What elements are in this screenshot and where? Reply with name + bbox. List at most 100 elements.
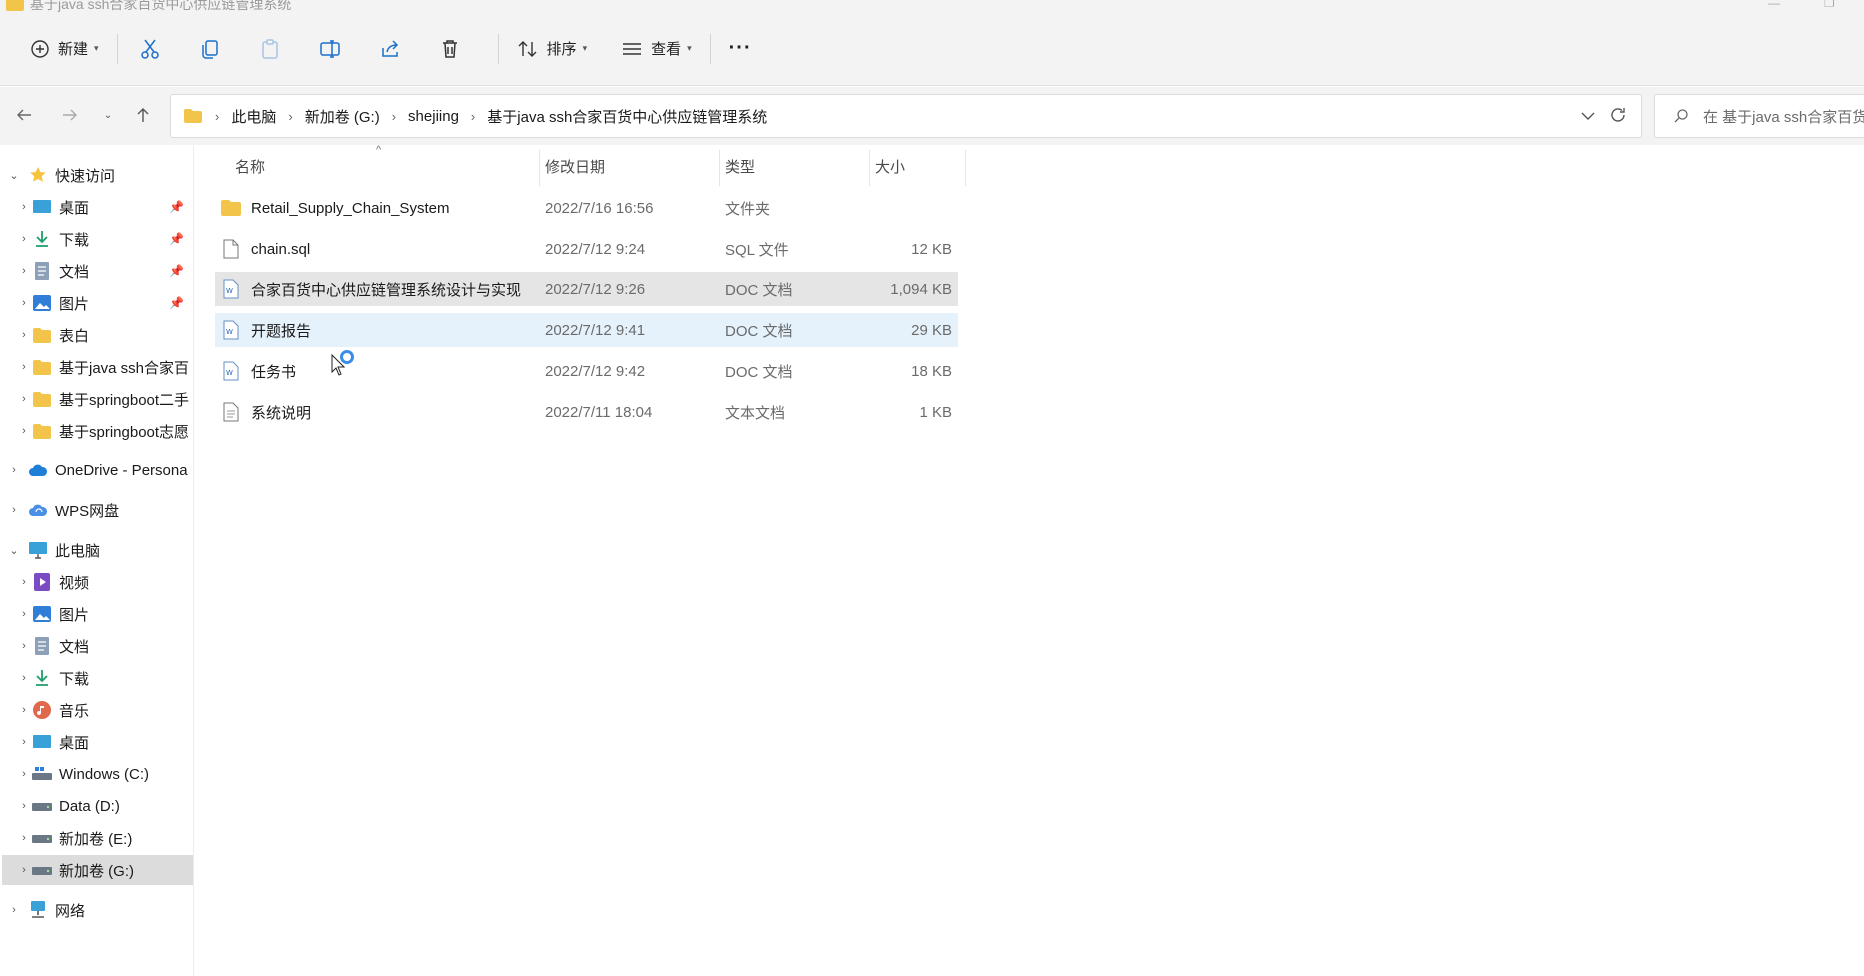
column-divider[interactable]	[719, 150, 720, 186]
sidebar-item-folder[interactable]: › 基于springboot志愿	[0, 416, 193, 446]
sidebar-item-onedrive[interactable]: › OneDrive - Persona	[0, 455, 193, 485]
sidebar-item-drive-c[interactable]: › Windows (C:)	[0, 759, 193, 789]
pin-icon: 📌	[169, 232, 184, 246]
sidebar-item-network[interactable]: › 网络	[0, 895, 193, 925]
file-date: 2022/7/16 16:56	[545, 199, 654, 217]
sidebar-item-this-pc[interactable]: ⌄ 此电脑	[0, 535, 193, 565]
file-name: chain.sql	[251, 240, 311, 258]
sidebar-item-desktop[interactable]: › 桌面 📌	[0, 192, 193, 222]
column-header-type[interactable]: 类型	[725, 146, 755, 186]
file-row[interactable]: W 合家百货中心供应链管理系统设计与实现 2022/7/12 9:26 DOC …	[215, 272, 958, 306]
minimize-icon[interactable]: —	[1768, 0, 1782, 10]
chevron-down-icon	[1581, 112, 1595, 120]
breadcrumb-drive-g[interactable]: 新加卷 (G:)	[305, 106, 380, 127]
pictures-icon	[32, 604, 52, 624]
sidebar-item-documents[interactable]: › 文档 📌	[0, 256, 193, 286]
chevron-right-icon: ›	[22, 297, 26, 309]
column-header-size[interactable]: 大小	[875, 146, 905, 186]
title-bar: 基于java ssh合家百货中心供应链管理系统 — ❐	[0, 0, 1864, 12]
chevron-right-icon: ›	[22, 832, 26, 844]
new-button[interactable]: 新建 ▾	[22, 29, 107, 69]
sidebar-item-folder[interactable]: › 基于springboot二手	[0, 384, 193, 414]
paste-button[interactable]	[248, 29, 292, 69]
trash-icon	[442, 39, 457, 58]
cut-button[interactable]	[128, 29, 172, 69]
sidebar-label: 此电脑	[55, 542, 101, 560]
videos-icon	[32, 572, 52, 592]
column-divider[interactable]	[869, 150, 870, 186]
file-row[interactable]: chain.sql 2022/7/12 9:24 SQL 文件 12 KB	[215, 232, 958, 266]
view-list-icon	[623, 42, 642, 55]
more-options-button[interactable]: ···	[721, 29, 760, 69]
sidebar-item-pictures[interactable]: › 图片	[0, 599, 193, 629]
column-header-label: 大小	[875, 158, 906, 176]
copy-button[interactable]	[188, 29, 232, 69]
drive-icon	[32, 796, 52, 816]
file-type: 文本文档	[725, 404, 786, 422]
column-header-date[interactable]: 修改日期	[545, 146, 605, 186]
sidebar-item-music[interactable]: › 音乐	[0, 695, 193, 725]
sidebar-item-drive-e[interactable]: › 新加卷 (E:)	[0, 823, 193, 853]
file-size: 18 KB	[911, 362, 952, 380]
share-button[interactable]	[368, 29, 412, 69]
sort-button[interactable]: 排序 ▾	[509, 29, 596, 69]
column-divider[interactable]	[539, 150, 540, 186]
file-row[interactable]: W 开题报告 2022/7/12 9:41 DOC 文档 29 KB	[215, 313, 958, 347]
folder-icon	[32, 389, 52, 409]
search-input[interactable]: 在 基于java ssh合家百货	[1654, 94, 1864, 138]
breadcrumb-shejiing[interactable]: shejiing	[408, 108, 459, 125]
rename-button[interactable]	[308, 29, 352, 69]
drive-icon	[32, 764, 52, 784]
address-history-button[interactable]	[1573, 95, 1603, 137]
sidebar-label: 桌面	[59, 199, 90, 217]
sidebar-item-drive-g[interactable]: › 新加卷 (G:)	[2, 855, 193, 885]
chevron-right-icon: ›	[22, 329, 26, 341]
chevron-right-icon: ›	[22, 672, 26, 684]
sidebar-item-drive-d[interactable]: › Data (D:)	[0, 791, 193, 821]
breadcrumb-this-pc[interactable]: 此电脑	[231, 106, 276, 127]
sidebar-item-quick-access[interactable]: ⌄ 快速访问	[0, 160, 193, 190]
delete-button[interactable]	[428, 29, 472, 69]
rename-icon	[319, 39, 340, 58]
toolbar-divider	[116, 33, 118, 64]
drive-icon	[32, 828, 52, 848]
sidebar-item-folder[interactable]: › 表白	[0, 320, 193, 350]
recent-locations-button[interactable]: ⌄	[92, 99, 124, 131]
sidebar-item-desktop[interactable]: › 桌面	[0, 727, 193, 757]
forward-button[interactable]	[54, 99, 86, 131]
sidebar-label: 基于springboot志愿	[59, 423, 190, 441]
chevron-right-icon: ›	[391, 108, 397, 124]
sidebar-item-wps-drive[interactable]: › WPS网盘	[0, 495, 193, 525]
svg-text:W: W	[226, 328, 233, 336]
back-button[interactable]	[8, 99, 40, 131]
refresh-button[interactable]	[1602, 99, 1634, 131]
column-header-label: 修改日期	[545, 158, 606, 176]
sidebar-label: Data (D:)	[59, 797, 120, 815]
column-header-name[interactable]: 名称	[235, 146, 265, 186]
sidebar-label: 快速访问	[55, 167, 116, 185]
restore-icon[interactable]: ❐	[1824, 0, 1838, 10]
wps-cloud-icon	[28, 500, 48, 520]
file-row[interactable]: Retail_Supply_Chain_System 2022/7/16 16:…	[215, 191, 958, 225]
sidebar-item-downloads[interactable]: › 下载	[0, 663, 193, 693]
view-button[interactable]: 查看 ▾	[613, 29, 700, 69]
address-bar[interactable]: › 此电脑 › 新加卷 (G:) › shejiing › 基于java ssh…	[170, 94, 1642, 138]
sidebar-item-documents[interactable]: › 文档	[0, 631, 193, 661]
sidebar-item-videos[interactable]: › 视频	[0, 567, 193, 597]
sidebar-label: 基于java ssh合家百	[59, 359, 190, 377]
download-icon	[32, 668, 52, 688]
chevron-down-icon: ▾	[94, 43, 99, 53]
sidebar-label: WPS网盘	[55, 502, 120, 520]
chevron-right-icon: ›	[22, 608, 26, 620]
up-button[interactable]	[127, 99, 159, 131]
sidebar-item-folder[interactable]: › 基于java ssh合家百	[0, 352, 193, 382]
file-row[interactable]: W 任务书 2022/7/12 9:42 DOC 文档 18 KB	[215, 354, 958, 388]
sidebar-item-pictures[interactable]: › 图片 📌	[0, 288, 193, 318]
column-divider[interactable]	[965, 150, 966, 186]
sidebar-label: 基于springboot二手	[59, 391, 190, 409]
computer-icon	[28, 540, 48, 560]
sidebar-item-downloads[interactable]: › 下载 📌	[0, 224, 193, 254]
breadcrumb-current-folder[interactable]: 基于java ssh合家百货中心供应链管理系统	[487, 106, 767, 127]
file-row[interactable]: 系统说明 2022/7/11 18:04 文本文档 1 KB	[215, 395, 958, 429]
address-row: ⌄ › 此电脑 › 新加卷 (G:) › shejiing › 基于java s…	[0, 87, 1864, 145]
